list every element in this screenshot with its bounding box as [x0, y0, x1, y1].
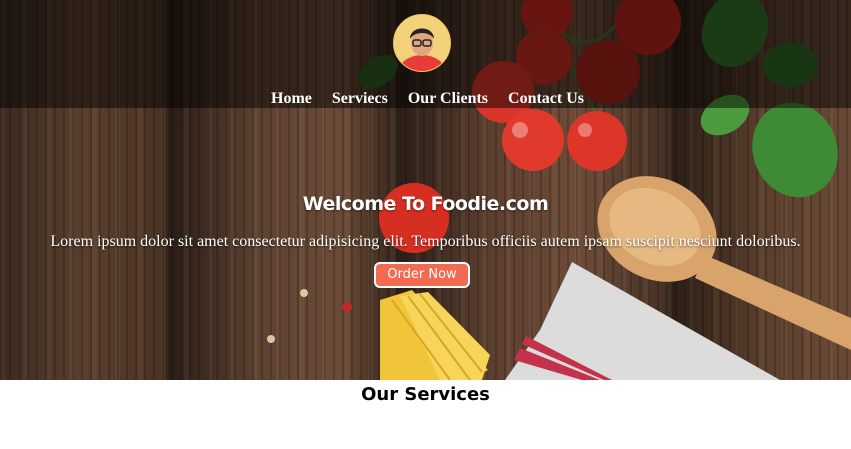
nav-item-home[interactable]: Home — [271, 90, 312, 110]
header-bar: Home Serviecs Our Clients Contact Us — [0, 0, 851, 108]
services-heading: Our Services — [361, 384, 490, 405]
main-nav: Home Serviecs Our Clients Contact Us — [271, 90, 584, 110]
nav-item-contact-us[interactable]: Contact Us — [508, 90, 584, 110]
nav-item-services[interactable]: Serviecs — [332, 90, 388, 110]
nav-item-our-clients[interactable]: Our Clients — [408, 90, 488, 110]
profile-photo — [394, 15, 450, 71]
hero-title: Welcome To Foodie.com — [302, 193, 549, 215]
hero-description: Lorem ipsum dolor sit amet consectetur a… — [50, 233, 801, 250]
hero-section: Home Serviecs Our Clients Contact Us Wel… — [0, 0, 851, 380]
avatar[interactable] — [393, 14, 451, 72]
order-now-button[interactable]: Order Now — [374, 262, 470, 288]
spaghetti — [380, 290, 490, 380]
